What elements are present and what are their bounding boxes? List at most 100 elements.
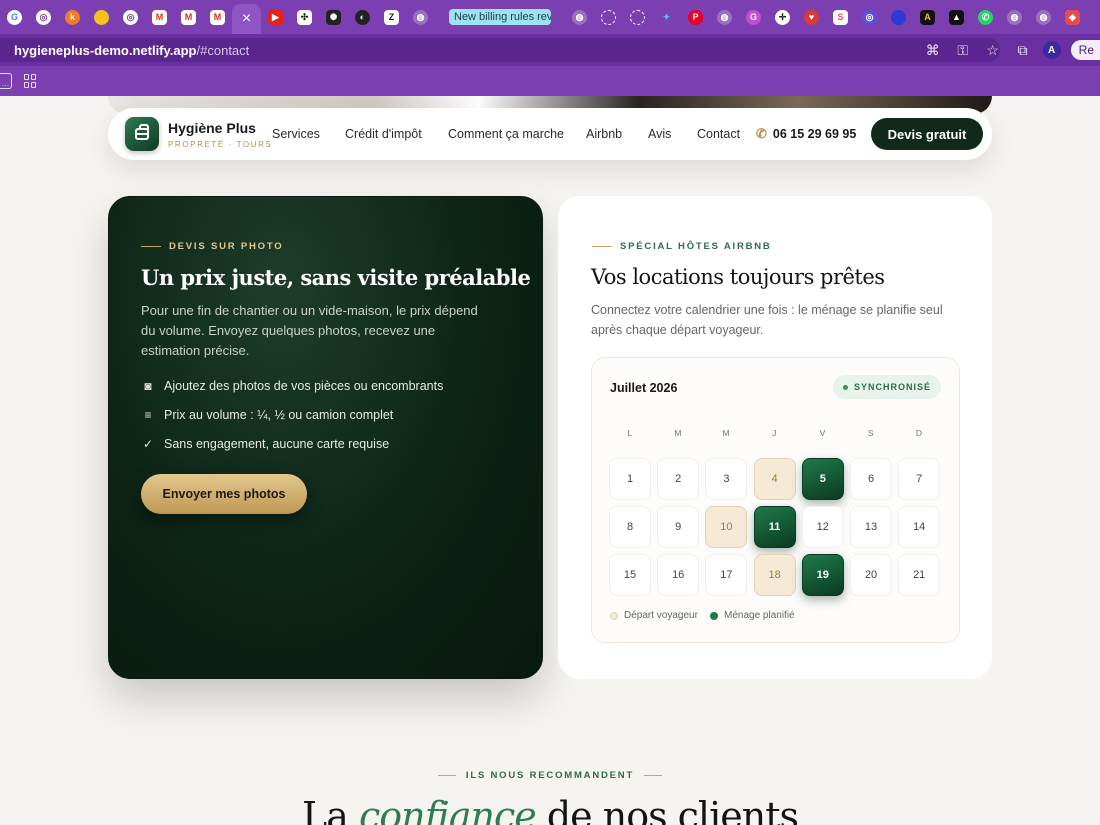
site-icon bbox=[94, 9, 109, 25]
password-key-icon[interactable]: ⚿ bbox=[953, 40, 973, 60]
calendar-day-normal[interactable]: 3 bbox=[705, 458, 748, 500]
calendar-day-normal[interactable]: 14 bbox=[898, 506, 941, 548]
tab-15[interactable]: ✦ bbox=[652, 0, 681, 34]
brand-tagline: PROPRETÉ · TOURS bbox=[168, 140, 273, 149]
photo-quote-eyebrow-text: DEVIS SUR PHOTO bbox=[169, 241, 284, 252]
calendar-day-normal[interactable]: 21 bbox=[898, 554, 941, 596]
tab-gmail-1[interactable]: M bbox=[145, 0, 174, 34]
tab-11[interactable]: ◍ bbox=[406, 0, 435, 34]
sync-status-badge: SYNCHRONISÉ bbox=[832, 375, 941, 399]
airbnb-description: Connectez votre calendrier une fois : le… bbox=[591, 303, 943, 337]
weekday-label: M bbox=[674, 428, 683, 438]
booking-calendar: Juillet 2026 SYNCHRONISÉ Départ voyageur… bbox=[591, 357, 960, 643]
heart-icon: ♥ bbox=[804, 9, 819, 25]
calendar-day-cleaning[interactable]: 5 bbox=[801, 458, 844, 500]
tab-14[interactable] bbox=[623, 0, 652, 34]
tab-4[interactable] bbox=[87, 0, 116, 34]
calendar-day-departure[interactable]: 10 bbox=[705, 506, 748, 548]
nav-link-services[interactable]: Services bbox=[272, 127, 320, 141]
logo-bag-icon[interactable] bbox=[125, 117, 159, 151]
calendar-day-departure[interactable]: 4 bbox=[753, 458, 796, 500]
tab-youtube[interactable]: ▶ bbox=[261, 0, 290, 34]
tab-13[interactable] bbox=[594, 0, 623, 34]
calendar-day-normal[interactable]: 1 bbox=[609, 458, 651, 500]
airbnb-eyebrow: SPÉCIAL HÔTES AIRBNB bbox=[592, 241, 772, 252]
tab-24[interactable]: ▲ bbox=[942, 0, 971, 34]
calendar-day-normal[interactable]: 2 bbox=[657, 458, 700, 500]
site-icon: ◐ bbox=[355, 9, 370, 25]
tab-pinterest[interactable]: P bbox=[681, 0, 710, 34]
tab-7[interactable]: ✣ bbox=[290, 0, 319, 34]
tab-10[interactable]: Z bbox=[377, 0, 406, 34]
tab-18[interactable]: ✛ bbox=[768, 0, 797, 34]
relaunch-button[interactable]: Re bbox=[1070, 40, 1100, 60]
tab-2[interactable]: ◎ bbox=[29, 0, 58, 34]
tab-gmail-3[interactable]: M bbox=[203, 0, 232, 34]
weekday-label: S bbox=[867, 428, 875, 438]
profile-avatar[interactable]: A bbox=[1042, 41, 1061, 59]
tab-21[interactable]: ◎ bbox=[855, 0, 884, 34]
tab-20[interactable]: S bbox=[826, 0, 855, 34]
bookmark-icon[interactable]: … bbox=[0, 73, 12, 89]
calendar-day-normal[interactable]: 17 bbox=[705, 554, 748, 596]
site-icon: G bbox=[746, 9, 761, 25]
calendar-day-normal[interactable]: 13 bbox=[850, 506, 892, 548]
loading-icon bbox=[601, 9, 616, 25]
site-icon: S bbox=[833, 9, 848, 25]
tab-9[interactable]: ◐ bbox=[348, 0, 377, 34]
translate-icon[interactable]: ⌘ bbox=[923, 40, 943, 60]
tab-whatsapp[interactable]: ✆ bbox=[971, 0, 1000, 34]
close-tab-icon[interactable]: × bbox=[232, 4, 261, 34]
calendar-day-normal[interactable]: 6 bbox=[850, 458, 892, 500]
tab-25[interactable]: ◍ bbox=[1000, 0, 1029, 34]
tab-23[interactable]: A bbox=[913, 0, 942, 34]
nav-link-credit[interactable]: Crédit d'impôt bbox=[345, 127, 422, 141]
extensions-icon[interactable]: ⧉ bbox=[1013, 40, 1033, 60]
site-icon: ✛ bbox=[775, 9, 790, 25]
calendar-day-normal[interactable]: 16 bbox=[657, 554, 700, 596]
tab-26[interactable]: ◍ bbox=[1029, 0, 1058, 34]
title-part: de nos clients bbox=[535, 794, 799, 825]
tab-8[interactable]: ✺ bbox=[319, 0, 348, 34]
apps-grid-icon[interactable] bbox=[24, 74, 38, 88]
globe-icon: ◍ bbox=[572, 9, 587, 25]
feature-item: ≡ Prix au volume : ¼, ½ ou camion comple… bbox=[141, 408, 393, 422]
tab-gmail-2[interactable]: M bbox=[174, 0, 203, 34]
tab-16[interactable]: ◍ bbox=[710, 0, 739, 34]
tab-google[interactable]: G bbox=[0, 0, 29, 34]
nav-link-how-it-works[interactable]: Comment ça marche bbox=[448, 127, 564, 141]
tab-5[interactable]: ◎ bbox=[116, 0, 145, 34]
url-field[interactable]: hygieneplus-demo.netlify.app/#contact bbox=[0, 38, 1000, 62]
tab-3[interactable]: k bbox=[58, 0, 87, 34]
globe-icon: ◍ bbox=[1036, 9, 1051, 25]
tab-27[interactable]: ◈ bbox=[1058, 0, 1087, 34]
legend-swatch bbox=[710, 611, 718, 620]
whatsapp-icon: ✆ bbox=[978, 9, 993, 25]
calendar-day-normal[interactable]: 15 bbox=[609, 554, 651, 596]
calendar-day-normal[interactable]: 8 bbox=[609, 506, 651, 548]
airbnb-eyebrow-text: SPÉCIAL HÔTES AIRBNB bbox=[620, 241, 772, 252]
calendar-day-normal[interactable]: 9 bbox=[657, 506, 700, 548]
tab-22[interactable] bbox=[884, 0, 913, 34]
tab-12[interactable]: ◍ bbox=[565, 0, 594, 34]
send-photos-button[interactable]: Envoyer mes photos bbox=[141, 474, 307, 514]
calendar-day-normal[interactable]: 7 bbox=[898, 458, 941, 500]
nav-link-contact[interactable]: Contact bbox=[697, 127, 740, 141]
phone-link[interactable]: ✆ 06 15 29 69 95 bbox=[756, 126, 856, 142]
weekday-label: V bbox=[819, 428, 826, 438]
calendar-day-cleaning[interactable]: 11 bbox=[753, 506, 796, 548]
bookmark-star-icon[interactable]: ☆ bbox=[983, 40, 1003, 60]
calendar-day-normal[interactable]: 20 bbox=[850, 554, 892, 596]
calendar-month: Juillet 2026 bbox=[610, 381, 678, 395]
tab-group[interactable]: New billing rules rev bbox=[435, 0, 565, 34]
calendar-day-cleaning[interactable]: 19 bbox=[801, 554, 844, 596]
nav-link-airbnb[interactable]: Airbnb bbox=[586, 127, 622, 141]
nav-link-reviews[interactable]: Avis bbox=[648, 127, 671, 141]
tab-17[interactable]: G bbox=[739, 0, 768, 34]
tab-19[interactable]: ♥ bbox=[797, 0, 826, 34]
calendar-day-departure[interactable]: 18 bbox=[753, 554, 796, 596]
brand-name[interactable]: Hygiène Plus bbox=[168, 120, 256, 136]
calendar-day-normal[interactable]: 12 bbox=[801, 506, 844, 548]
youtube-icon: ▶ bbox=[268, 9, 283, 25]
free-quote-button[interactable]: Devis gratuit bbox=[871, 118, 983, 150]
